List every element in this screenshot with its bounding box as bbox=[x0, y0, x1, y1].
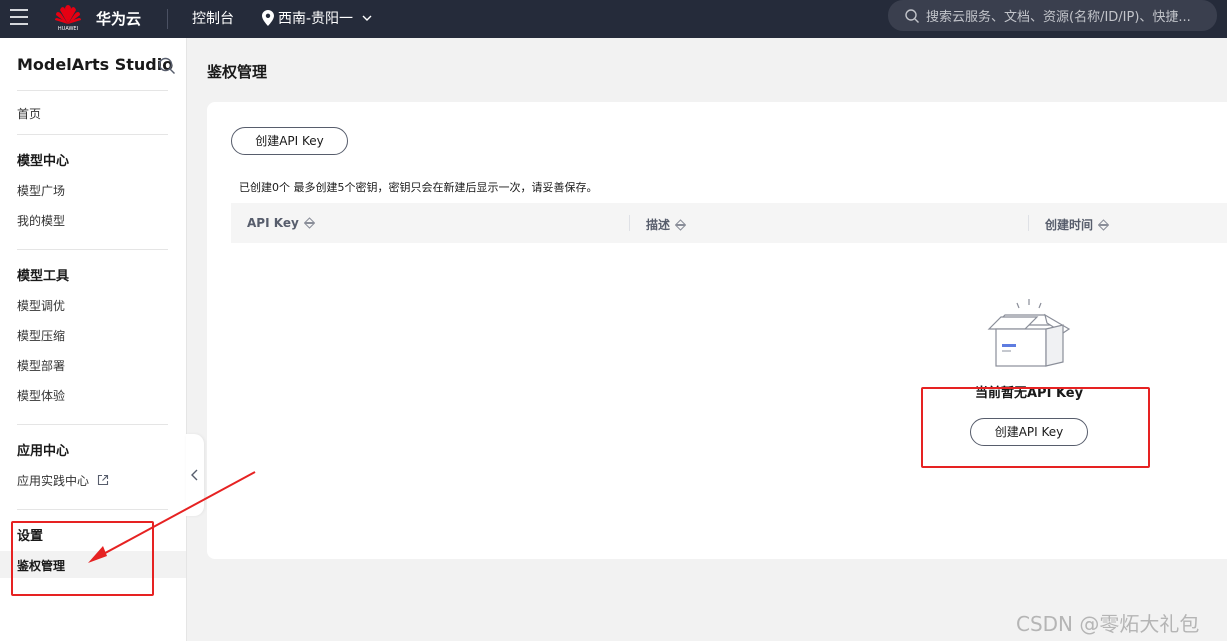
column-label: 创建时间 bbox=[1045, 218, 1094, 232]
column-header-description[interactable]: 描述 bbox=[646, 216, 687, 233]
sidebar-group-app-center: 应用中心 bbox=[17, 444, 70, 459]
sort-icon bbox=[303, 217, 315, 229]
region-label: 西南-贵阳一 bbox=[278, 11, 354, 27]
annotation-highlight-create-button bbox=[921, 387, 1150, 468]
top-navbar: HUAWEI 华为云 控制台 西南-贵阳一 搜索云服务、文档、资源(名称/ID/… bbox=[0, 0, 1227, 38]
sidebar-item-my-models[interactable]: 我的模型 bbox=[17, 212, 65, 229]
content-card: 创建API Key 已创建0个 最多创建5个密钥，密钥只会在新建后显示一次，请妥… bbox=[207, 102, 1227, 559]
region-selector[interactable]: 西南-贵阳一 bbox=[262, 8, 373, 28]
chevron-left-icon bbox=[191, 469, 198, 481]
sidebar-item-app-practice-center[interactable]: 应用实践中心 bbox=[17, 472, 109, 489]
sidebar-item-model-plaza[interactable]: 模型广场 bbox=[17, 182, 65, 199]
sidebar-title: ModelArts Studio bbox=[17, 55, 174, 74]
console-link[interactable]: 控制台 bbox=[192, 8, 234, 28]
sidebar-item-home[interactable]: 首页 bbox=[17, 105, 41, 122]
sidebar-collapse-button[interactable] bbox=[186, 434, 204, 516]
location-pin-icon bbox=[262, 10, 274, 26]
page-title: 鉴权管理 bbox=[207, 63, 268, 81]
sort-icon bbox=[675, 218, 687, 231]
sidebar-item-label: 应用实践中心 bbox=[17, 474, 90, 488]
column-label: 描述 bbox=[646, 218, 671, 232]
annotation-highlight-auth-menu bbox=[11, 521, 154, 596]
logo-text: HUAWEI bbox=[57, 26, 79, 32]
search-icon[interactable] bbox=[158, 57, 176, 75]
empty-box-icon bbox=[987, 299, 1071, 367]
watermark: CSDN @零炻大礼包 bbox=[1016, 612, 1200, 636]
column-header-created-time[interactable]: 创建时间 bbox=[1045, 216, 1110, 233]
sidebar-item-model-experience[interactable]: 模型体验 bbox=[17, 387, 65, 404]
column-label: API Key bbox=[247, 216, 299, 230]
sidebar-divider bbox=[17, 249, 168, 250]
column-header-api-key[interactable]: API Key bbox=[247, 216, 315, 230]
menu-icon[interactable] bbox=[10, 9, 28, 25]
sidebar-divider bbox=[17, 509, 168, 510]
sidebar-divider bbox=[17, 134, 168, 135]
sidebar-item-model-compression[interactable]: 模型压缩 bbox=[17, 327, 65, 344]
sidebar-item-model-tuning[interactable]: 模型调优 bbox=[17, 297, 65, 314]
table-header: API Key 描述 创建时间 bbox=[231, 203, 1227, 243]
sidebar-item-model-deployment[interactable]: 模型部署 bbox=[17, 357, 65, 374]
sidebar-group-model-center: 模型中心 bbox=[17, 154, 70, 169]
search-icon bbox=[905, 8, 919, 23]
sidebar-divider bbox=[17, 90, 168, 91]
huawei-logo[interactable]: HUAWEI bbox=[54, 4, 82, 34]
column-divider bbox=[629, 215, 630, 231]
brand-name[interactable]: 华为云 bbox=[96, 8, 141, 29]
external-link-icon bbox=[97, 474, 108, 486]
global-search-input[interactable]: 搜索云服务、文档、资源(名称/ID/IP)、快捷... bbox=[888, 0, 1217, 31]
sidebar-group-model-tools: 模型工具 bbox=[17, 269, 70, 284]
topbar-divider bbox=[167, 9, 168, 29]
search-placeholder: 搜索云服务、文档、资源(名称/ID/IP)、快捷... bbox=[926, 10, 1191, 25]
sort-icon bbox=[1098, 218, 1110, 231]
quota-hint: 已创建0个 最多创建5个密钥，密钥只会在新建后显示一次，请妥善保存。 bbox=[239, 181, 598, 194]
sidebar-divider bbox=[17, 424, 168, 425]
create-api-key-button[interactable]: 创建API Key bbox=[231, 127, 348, 155]
column-divider bbox=[1028, 215, 1029, 231]
chevron-down-icon bbox=[362, 15, 372, 21]
huawei-flower-icon bbox=[55, 5, 81, 24]
